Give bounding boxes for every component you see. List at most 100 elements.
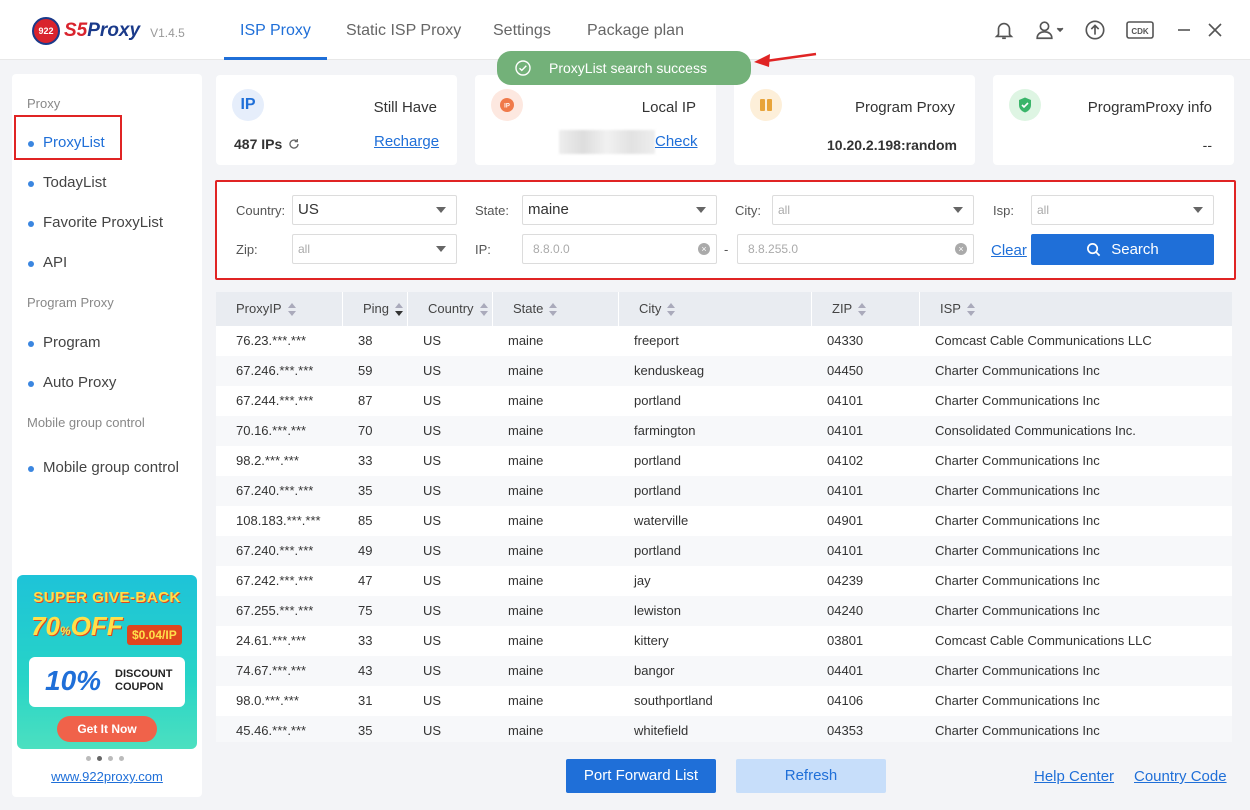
table-row[interactable]: 76.23.***.*** 38 US maine freeport 04330 Comca… [216, 326, 1232, 356]
ip-count: 487 IPs [234, 136, 300, 152]
table-row[interactable]: 108.183.***.*** 85 US maine waterville 04901 C… [216, 506, 1232, 536]
sidebar-item-todaylist[interactable]: TodayList [26, 174, 106, 191]
sort-icon[interactable] [287, 302, 296, 317]
city-select[interactable]: all [772, 195, 974, 225]
cell-country: US [423, 333, 442, 348]
cdk-icon[interactable]: CDK [1125, 18, 1155, 42]
close-icon[interactable] [1203, 18, 1227, 42]
column-header-zip[interactable]: ZIP [812, 292, 920, 326]
check-link[interactable]: Check [655, 133, 698, 150]
sidebar-section-mobile-group: Mobile group control [27, 415, 145, 430]
column-header-ping[interactable]: Ping [343, 292, 408, 326]
upload-icon[interactable] [1083, 18, 1107, 42]
zip-label: Zip: [236, 242, 258, 257]
program-proxy-info-card: ProgramProxy info -- [993, 75, 1234, 165]
cell-zip: 04450 [827, 363, 864, 378]
table-row[interactable]: 67.240.***.*** 49 US maine portland 04101 Char… [216, 536, 1232, 566]
promo-banner[interactable]: SUPER GIVE-BACK 70%OFF $0.04/IP 10% DISC… [17, 575, 197, 749]
table-row[interactable]: 67.240.***.*** 35 US maine portland 04101 Char… [216, 476, 1232, 506]
get-it-now-button[interactable]: Get It Now [57, 716, 157, 742]
cell-isp: Charter Communications Inc [935, 603, 1100, 618]
help-center-link[interactable]: Help Center [1034, 768, 1114, 785]
tab-static-isp-proxy[interactable]: Static ISP Proxy [346, 0, 461, 60]
table-row[interactable]: 74.67.***.*** 43 US maine bangor 04401 Charter… [216, 656, 1232, 686]
table-header: ProxyIP Ping Country State City ZIP ISP [216, 292, 1232, 326]
ip-to-value: 8.8.255.0 [748, 242, 799, 256]
search-filter-panel: Country: US State: maine City: all Isp: … [215, 180, 1236, 280]
pagination-dot[interactable] [119, 756, 124, 761]
banner-off-percent: % [59, 624, 71, 638]
pagination-dot[interactable] [86, 756, 91, 761]
cell-isp: Charter Communications Inc [935, 723, 1100, 738]
refresh-button[interactable]: Refresh [736, 759, 886, 793]
column-header-state[interactable]: State [493, 292, 619, 326]
user-icon[interactable] [1032, 18, 1068, 42]
sort-icon[interactable] [667, 302, 676, 317]
tab-isp-proxy[interactable]: ISP Proxy [224, 0, 327, 60]
table-row[interactable]: 98.2.***.*** 33 US maine portland 04102 Charte… [216, 446, 1232, 476]
sort-icon[interactable] [858, 302, 867, 317]
cell-ping: 31 [358, 693, 373, 708]
ip-from-input[interactable]: 8.8.0.0 × [522, 234, 717, 264]
zip-select[interactable]: all [292, 234, 457, 264]
sidebar-item-auto-proxy[interactable]: Auto Proxy [26, 374, 116, 391]
sidebar-item-proxylist[interactable]: ProxyList [26, 134, 105, 151]
pagination-dot-active[interactable] [97, 756, 102, 761]
cell-city: portland [634, 453, 681, 468]
sort-icon[interactable] [479, 302, 488, 317]
proxy-table: ProxyIP Ping Country State City ZIP ISP … [216, 292, 1232, 742]
cell-city: freeport [634, 333, 679, 348]
clear-input-icon[interactable]: × [955, 243, 967, 255]
cell-proxyip: 67.242.***.*** [236, 573, 314, 588]
table-row[interactable]: 45.46.***.*** 35 US maine whitefield 04353 Cha… [216, 716, 1232, 742]
country-select[interactable]: US [292, 195, 457, 225]
minimize-icon[interactable] [1172, 18, 1196, 42]
table-row[interactable]: 70.16.***.*** 70 US maine farmington 04101 Con… [216, 416, 1232, 446]
sidebar-item-api[interactable]: API [26, 254, 67, 271]
cell-state: maine [508, 723, 544, 738]
search-button[interactable]: Search [1031, 234, 1214, 265]
cell-isp: Charter Communications Inc [935, 543, 1100, 558]
column-header-city[interactable]: City [619, 292, 812, 326]
sort-icon[interactable] [966, 302, 975, 317]
column-header-country[interactable]: Country [408, 292, 493, 326]
recharge-link[interactable]: Recharge [374, 133, 439, 150]
search-button-label: Search [1111, 241, 1159, 258]
table-row[interactable]: 98.0.***.*** 31 US maine southportland 04106 C… [216, 686, 1232, 716]
bell-icon[interactable] [992, 18, 1016, 42]
clear-link[interactable]: Clear [991, 242, 1027, 259]
cell-proxyip: 98.0.***.*** [236, 693, 299, 708]
cell-country: US [423, 603, 442, 618]
clear-input-icon[interactable]: × [698, 243, 710, 255]
state-select[interactable]: maine [522, 195, 717, 225]
cell-country: US [423, 483, 442, 498]
isp-select[interactable]: all [1031, 195, 1214, 225]
cell-state: maine [508, 693, 544, 708]
ip-icon: IP [232, 89, 264, 121]
column-header-label: Ping [363, 301, 390, 316]
sidebar-item-mobile-group-control[interactable]: Mobile group control [26, 459, 179, 476]
sidebar-item-favorite-proxylist[interactable]: Favorite ProxyList [26, 214, 163, 231]
app-version: V1.4.5 [150, 26, 185, 40]
sort-icon[interactable] [549, 302, 558, 317]
table-row[interactable]: 67.244.***.*** 87 US maine portland 04101 Char… [216, 386, 1232, 416]
table-row[interactable]: 67.242.***.*** 47 US maine jay 04239 Charter C… [216, 566, 1232, 596]
sort-desc-icon[interactable] [395, 302, 404, 317]
still-have-card: IP Still Have 487 IPs Recharge [216, 75, 457, 165]
ip-to-input[interactable]: 8.8.255.0 × [737, 234, 974, 264]
sidebar-section-proxy: Proxy [27, 96, 61, 111]
refresh-icon[interactable] [288, 138, 300, 150]
table-row[interactable]: 67.255.***.*** 75 US maine lewiston 04240 Char… [216, 596, 1232, 626]
column-header-proxyip[interactable]: ProxyIP [216, 292, 343, 326]
port-forward-list-button[interactable]: Port Forward List [566, 759, 716, 793]
cell-state: maine [508, 453, 544, 468]
sidebar-item-program[interactable]: Program [26, 334, 101, 351]
country-code-link[interactable]: Country Code [1134, 768, 1227, 785]
column-header-isp[interactable]: ISP [920, 292, 1232, 326]
pagination-dot[interactable] [108, 756, 113, 761]
cell-ping: 33 [358, 633, 373, 648]
table-row[interactable]: 67.246.***.*** 59 US maine kenduskeag 04450 Ch… [216, 356, 1232, 386]
cell-state: maine [508, 483, 544, 498]
website-link[interactable]: www.922proxy.com [12, 769, 202, 784]
table-row[interactable]: 24.61.***.*** 33 US maine kittery 03801 Comcas… [216, 626, 1232, 656]
